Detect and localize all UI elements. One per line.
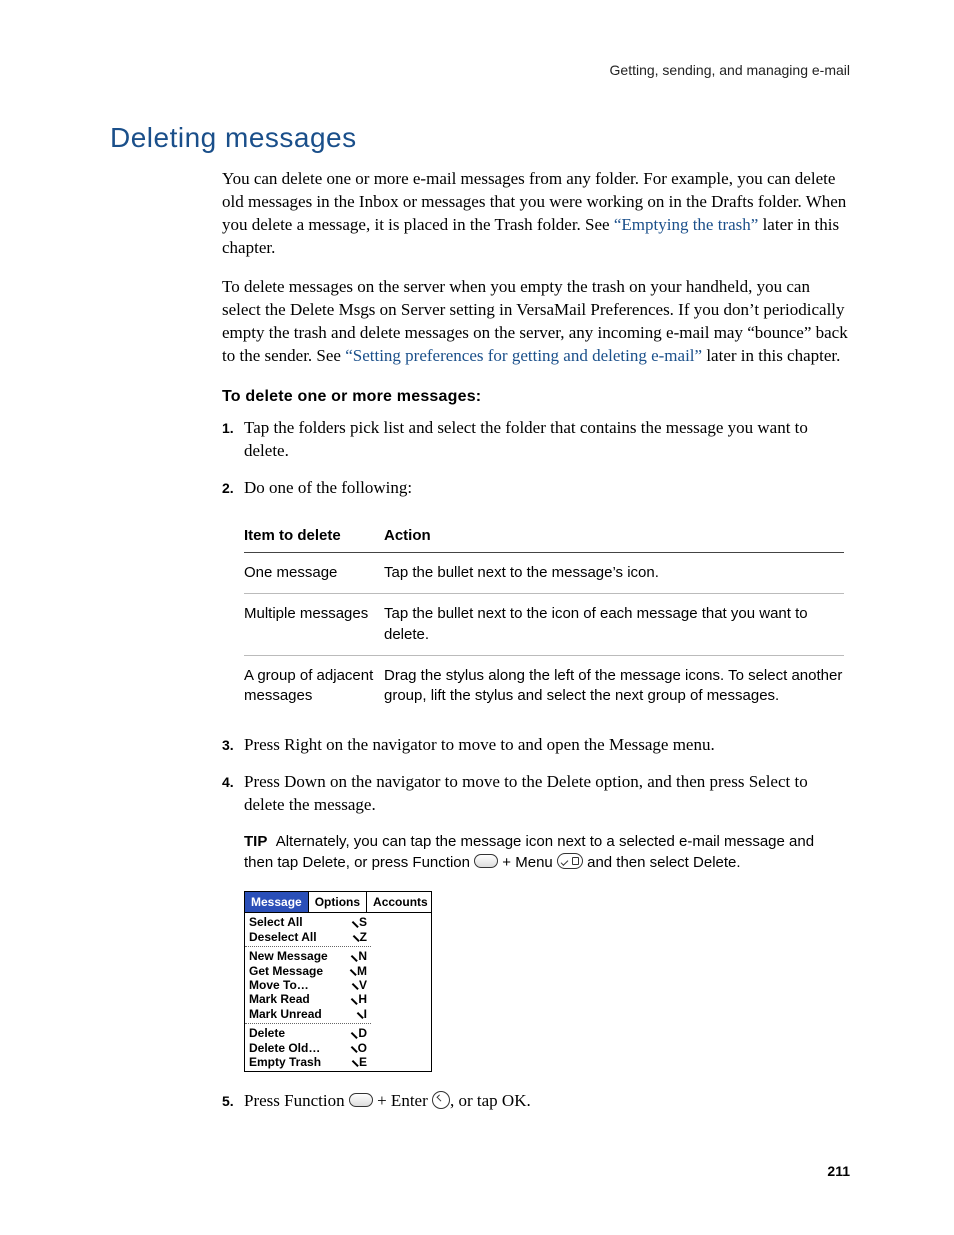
step-3: 3. Press Right on the navigator to move … [222, 734, 850, 757]
shortcut: N [349, 949, 367, 963]
menu-label: Mark Read [249, 992, 310, 1006]
menu-item: Select All S [249, 915, 367, 929]
step-5: 5. Press Function + Enter , or tap OK. [222, 1090, 850, 1113]
tip-text: and then select Delete. [583, 854, 741, 871]
function-key-icon [474, 854, 498, 868]
menu-label: Get Message [249, 964, 323, 978]
menu-group: New Message N Get Message M Move To… V Mark… [245, 947, 371, 1024]
step-number: 4. [222, 771, 244, 817]
table-row: One message Tap the bullet next to the m… [244, 553, 844, 594]
shortcut: M [348, 964, 367, 978]
menu-label: Select All [249, 915, 303, 929]
shortcut: E [350, 1055, 367, 1069]
table-header: Action [384, 526, 844, 546]
step-text: Do one of the following: [244, 477, 850, 500]
menu-item: Delete Old… O [249, 1041, 367, 1055]
menu-label: Move To… [249, 978, 309, 992]
procedure-heading: To delete one or more messages: [222, 386, 850, 408]
function-key-icon [349, 1093, 373, 1107]
step-list-continued: 5. Press Function + Enter , or tap OK. [222, 1090, 850, 1113]
menu-label: Mark Unread [249, 1007, 322, 1021]
menu-item: Deselect All Z [249, 930, 367, 944]
table-cell: Tap the bullet next to the message’s ico… [384, 563, 844, 583]
menu-item: Get Message M [249, 964, 367, 978]
shortcut: Z [351, 930, 367, 944]
menu-label: Delete Old… [249, 1041, 320, 1055]
paragraph: You can delete one or more e-mail messag… [222, 168, 850, 260]
section-heading: Deleting messages [110, 122, 850, 154]
text: + Enter [373, 1091, 432, 1110]
menu-label: Empty Trash [249, 1055, 321, 1069]
menu-item: Mark Read H [249, 992, 367, 1006]
table-cell: Drag the stylus along the left of the me… [384, 666, 844, 707]
step-number: 1. [222, 417, 244, 463]
shortcut: S [350, 915, 367, 929]
table-cell: Tap the bullet next to the icon of each … [384, 604, 844, 645]
step-2: 2. Do one of the following: [222, 477, 850, 500]
table-cell: A group of adjacent messages [244, 666, 384, 707]
action-table: Item to delete Action One message Tap th… [244, 516, 844, 717]
table-row: A group of adjacent messages Drag the st… [244, 656, 844, 717]
shortcut: O [349, 1041, 367, 1055]
tab-options: Options [309, 892, 367, 912]
table-header-row: Item to delete Action [244, 516, 844, 553]
menu-item: Mark Unread I [249, 1007, 367, 1021]
step-list-continued: 3. Press Right on the navigator to move … [222, 734, 850, 817]
step-list: 1. Tap the folders pick list and select … [222, 417, 850, 500]
running-header: Getting, sending, and managing e-mail [110, 62, 850, 78]
menu-label: Delete [249, 1026, 285, 1040]
step-1: 1. Tap the folders pick list and select … [222, 417, 850, 463]
menu-tabs: Message Options Accounts [245, 892, 431, 913]
text: Press Function [244, 1091, 349, 1110]
step-text: Press Down on the navigator to move to t… [244, 771, 850, 817]
table-header: Item to delete [244, 526, 384, 546]
tab-message: Message [245, 892, 309, 912]
shortcut: D [349, 1026, 367, 1040]
body-content: You can delete one or more e-mail messag… [222, 168, 850, 1113]
step-4: 4. Press Down on the navigator to move t… [222, 771, 850, 817]
table-cell: Multiple messages [244, 604, 384, 645]
step-number: 3. [222, 734, 244, 757]
step-number: 5. [222, 1090, 244, 1113]
text: later in this chapter. [702, 346, 840, 365]
shortcut: I [355, 1007, 367, 1021]
menu-item: Empty Trash E [249, 1055, 367, 1069]
page: Getting, sending, and managing e-mail De… [0, 0, 954, 1235]
menu-key-icon [557, 853, 583, 869]
link-emptying-trash[interactable]: “Emptying the trash” [614, 215, 758, 234]
shortcut: V [350, 978, 367, 992]
menu-label: New Message [249, 949, 328, 963]
step-text: Press Right on the navigator to move to … [244, 734, 850, 757]
tip-block: TIP Alternately, you can tap the message… [244, 831, 844, 873]
step-text: Tap the folders pick list and select the… [244, 417, 850, 463]
menu-item: Move To… V [249, 978, 367, 992]
palm-menu-screenshot: Message Options Accounts Select All S Des… [244, 891, 432, 1072]
tip-label: TIP [244, 833, 267, 850]
table-row: Multiple messages Tap the bullet next to… [244, 594, 844, 656]
text: , or tap OK. [450, 1091, 531, 1110]
menu-item: Delete D [249, 1026, 367, 1040]
paragraph: To delete messages on the server when yo… [222, 276, 850, 368]
tab-accounts: Accounts [367, 892, 434, 912]
enter-key-icon [432, 1091, 450, 1109]
tip-text: + Menu [498, 854, 557, 871]
menu-item: New Message N [249, 949, 367, 963]
menu-group: Delete D Delete Old… O Empty Trash E [245, 1024, 371, 1071]
step-text: Press Function + Enter , or tap OK. [244, 1090, 850, 1113]
page-number: 211 [827, 1163, 850, 1179]
menu-label: Deselect All [249, 930, 317, 944]
shortcut: H [349, 992, 367, 1006]
step-number: 2. [222, 477, 244, 500]
table-cell: One message [244, 563, 384, 583]
menu-group: Select All S Deselect All Z [245, 913, 371, 947]
link-setting-preferences[interactable]: “Setting preferences for getting and del… [345, 346, 702, 365]
